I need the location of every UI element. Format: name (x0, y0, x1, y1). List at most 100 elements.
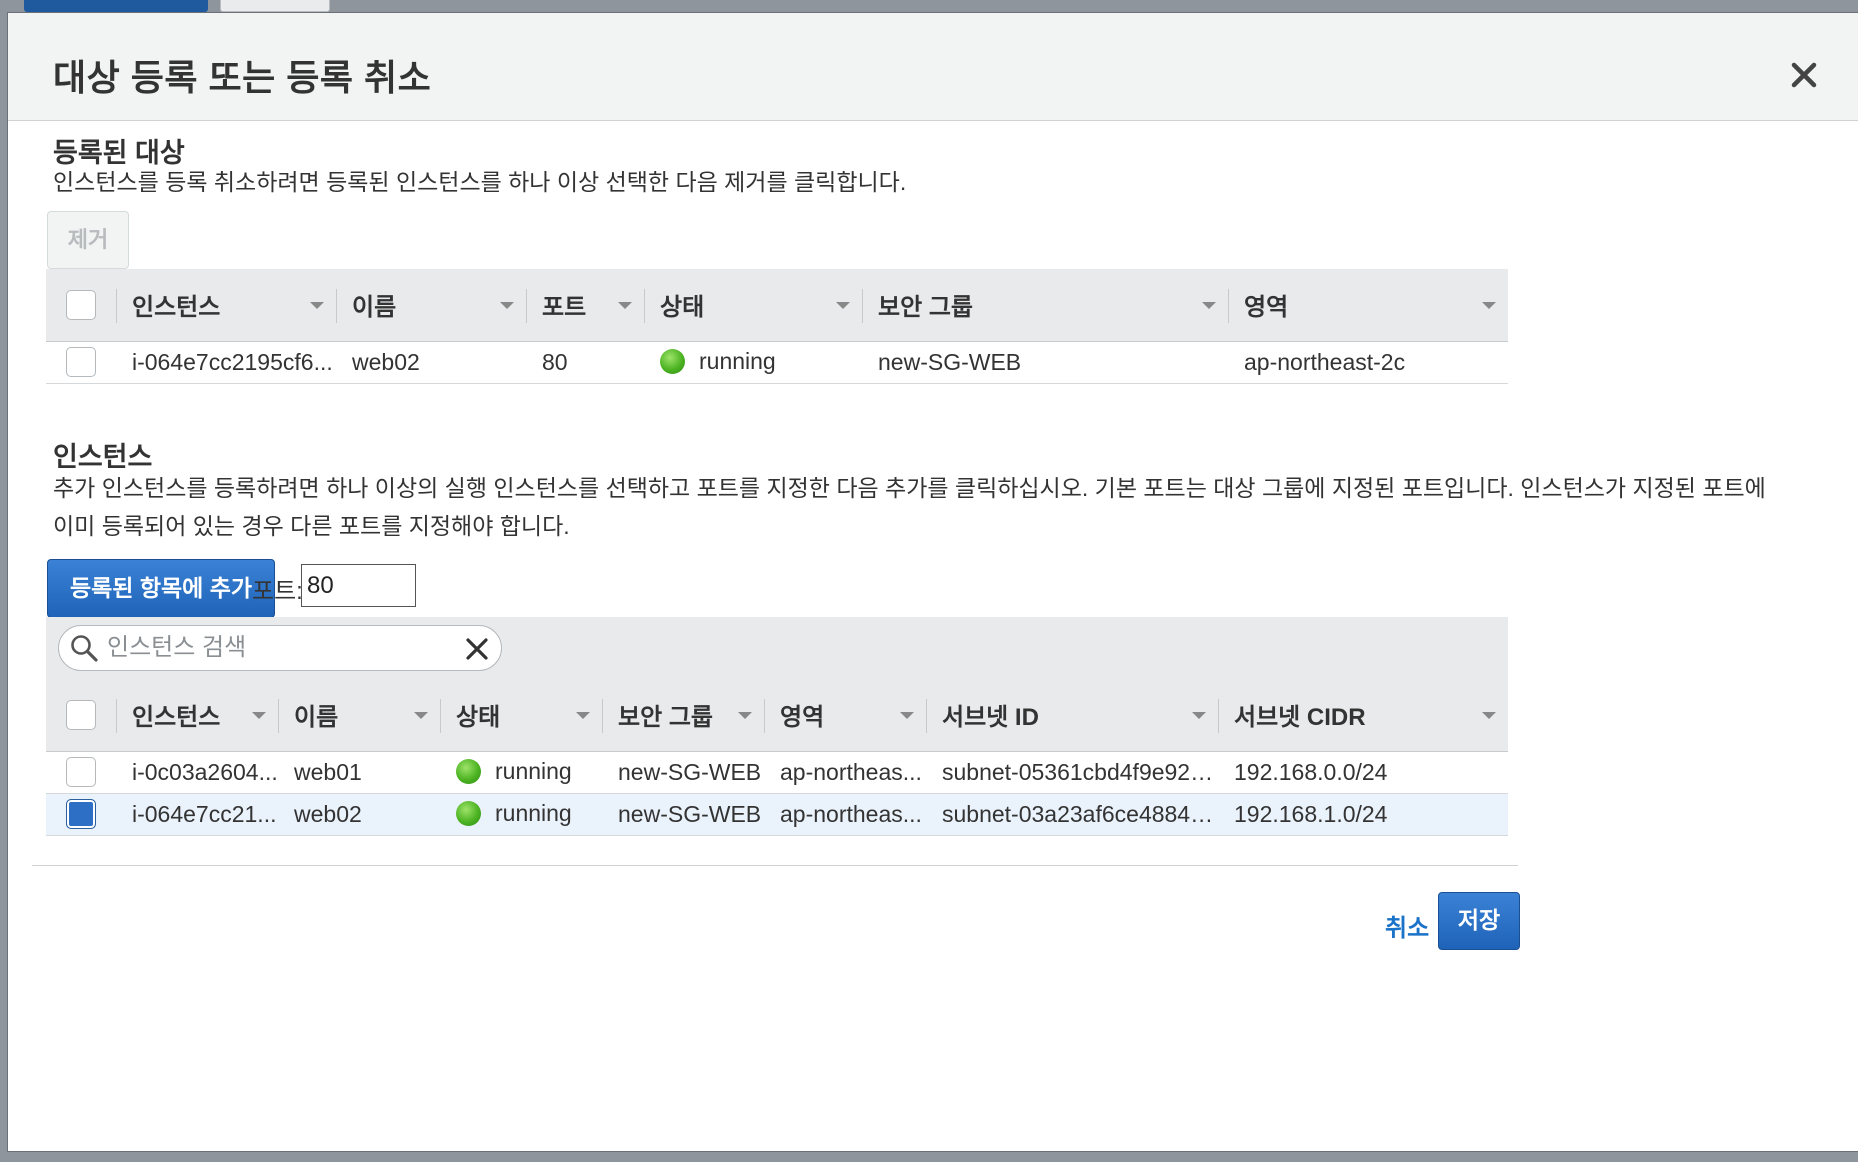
instance-value: i-0c03a2604... (132, 758, 278, 785)
column-header-label: 보안 그룹 (878, 294, 973, 322)
select-all-checkbox-cell (46, 679, 116, 752)
cell-zone: ap-northeas... (764, 751, 926, 794)
name-value: web02 (294, 800, 362, 827)
subnet-cidr-value: 192.168.1.0/24 (1234, 800, 1388, 827)
column-header-subnet-cidr[interactable]: 서브넷 CIDR (1218, 679, 1508, 752)
table-header-row: 인스턴스 이름 상태 보안 그룹 영역 서브넷 ID 서브넷 CIDR (46, 679, 1508, 752)
instance-value: i-064e7cc2195cf6... (132, 348, 333, 375)
row-checkbox-cell (46, 341, 116, 384)
close-icon (1791, 62, 1817, 88)
clear-icon[interactable] (463, 635, 491, 663)
column-header-port[interactable]: 포트 (526, 269, 644, 342)
column-separator (926, 699, 927, 733)
cancel-link[interactable]: 취소 (1385, 908, 1429, 943)
column-header-instance[interactable]: 인스턴스 (116, 269, 336, 342)
sort-caret-icon[interactable] (576, 712, 590, 719)
select-all-checkbox[interactable] (66, 699, 96, 730)
sort-caret-icon[interactable] (252, 712, 266, 719)
row-checkbox[interactable] (66, 347, 96, 377)
instance-search-input[interactable] (105, 632, 445, 664)
column-header-zone[interactable]: 영역 (1228, 269, 1508, 342)
sort-caret-icon[interactable] (414, 712, 428, 719)
port-label: 포트: (252, 578, 303, 605)
column-header-label: 이름 (294, 704, 339, 732)
table-row[interactable]: i-0c03a2604... web01 running new-SG-WEB ap-n… (46, 751, 1508, 794)
name-value: web02 (352, 348, 420, 375)
cell-name: web01 (278, 751, 440, 794)
security-group-value: new-SG-WEB (618, 758, 762, 785)
column-separator (336, 289, 337, 323)
sort-caret-icon[interactable] (310, 302, 324, 309)
column-header-security-group[interactable]: 보안 그룹 (862, 269, 1228, 342)
column-separator (116, 699, 117, 733)
background-tab-create-target-group (24, 0, 208, 12)
register-targets-modal: 대상 등록 또는 등록 취소 등록된 대상 인스턴스를 등록 취소하려면 등록된… (7, 12, 1858, 1152)
cell-port: 80 (526, 341, 644, 384)
row-checkbox[interactable] (66, 757, 96, 787)
sort-caret-icon[interactable] (836, 302, 850, 309)
remove-button[interactable]: 제거 (47, 211, 129, 269)
column-header-label: 서브넷 ID (942, 704, 1039, 732)
column-header-label: 영역 (780, 704, 825, 732)
cell-name: web02 (278, 793, 440, 836)
sort-caret-icon[interactable] (1482, 302, 1496, 309)
column-header-status[interactable]: 상태 (644, 269, 862, 342)
security-group-value: new-SG-WEB (618, 800, 762, 827)
column-header-instance[interactable]: 인스턴스 (116, 679, 278, 752)
cell-zone: ap-northeas... (764, 793, 926, 836)
column-header-name[interactable]: 이름 (336, 269, 526, 342)
column-header-label: 인스턴스 (132, 294, 221, 322)
table-row[interactable]: i-064e7cc2195cf6... web02 80 running new-SG-… (46, 341, 1508, 384)
cell-zone: ap-northeast-2c (1228, 341, 1508, 384)
sort-caret-icon[interactable] (500, 302, 514, 309)
sort-caret-icon[interactable] (900, 712, 914, 719)
sort-caret-icon[interactable] (1482, 712, 1496, 719)
name-value: web01 (294, 758, 362, 785)
subnet-cidr-value: 192.168.0.0/24 (1234, 758, 1388, 785)
instance-value: i-064e7cc21... (132, 800, 277, 827)
column-header-label: 포트 (542, 294, 587, 322)
column-header-label: 서브넷 CIDR (1234, 704, 1366, 732)
sort-caret-icon[interactable] (1192, 712, 1206, 719)
add-to-registered-button[interactable]: 등록된 항목에 추가 (47, 559, 275, 618)
column-header-subnet-id[interactable]: 서브넷 ID (926, 679, 1218, 752)
port-input[interactable] (301, 564, 416, 607)
subnet-id-value: subnet-03a23af6ce4884f99 (942, 800, 1218, 827)
cell-name: web02 (336, 341, 526, 384)
column-separator (862, 289, 863, 323)
status-value: running (495, 758, 572, 785)
modal-title: 대상 등록 또는 등록 취소 (53, 57, 432, 98)
row-checkbox-cell (46, 793, 116, 836)
column-separator (116, 289, 117, 323)
sort-caret-icon[interactable] (618, 302, 632, 309)
column-header-zone[interactable]: 영역 (764, 679, 926, 752)
row-checkbox[interactable] (66, 799, 96, 829)
table-row[interactable]: i-064e7cc21... web02 running new-SG-WEB ap-n… (46, 793, 1508, 836)
instances-description: 추가 인스턴스를 등록하려면 하나 이상의 실행 인스턴스를 선택하고 포트를 … (53, 475, 1766, 539)
column-header-label: 인스턴스 (132, 704, 221, 732)
status-value: running (699, 348, 776, 375)
subnet-id-value: subnet-05361cbd4f9e9200b (942, 758, 1218, 785)
column-header-security-group[interactable]: 보안 그룹 (602, 679, 764, 752)
column-header-status[interactable]: 상태 (440, 679, 602, 752)
select-all-checkbox[interactable] (66, 289, 96, 320)
cell-security-group: new-SG-WEB (602, 751, 764, 794)
column-separator (526, 289, 527, 323)
background-tab-actions (220, 0, 330, 12)
close-button[interactable] (1786, 57, 1822, 93)
sort-caret-icon[interactable] (738, 712, 752, 719)
instances-table: 인스턴스 이름 상태 보안 그룹 영역 서브넷 ID 서브넷 CIDR i-0c03a260… (46, 679, 1508, 836)
cell-instance: i-064e7cc2195cf6... (116, 341, 336, 384)
column-header-label: 영역 (1244, 294, 1289, 322)
instance-search-box (58, 625, 502, 671)
sort-caret-icon[interactable] (1202, 302, 1216, 309)
cell-subnet-cidr: 192.168.0.0/24 (1218, 751, 1508, 794)
save-button[interactable]: 저장 (1438, 892, 1520, 950)
column-header-name[interactable]: 이름 (278, 679, 440, 752)
select-all-checkbox-cell (46, 269, 116, 342)
cell-status: running (644, 341, 862, 384)
cell-instance: i-0c03a2604... (116, 751, 278, 794)
registered-targets-description: 인스턴스를 등록 취소하려면 등록된 인스턴스를 하나 이상 선택한 다음 제거… (53, 169, 907, 195)
column-header-label: 이름 (352, 294, 397, 322)
zone-value: ap-northeast-2c (1244, 348, 1406, 375)
